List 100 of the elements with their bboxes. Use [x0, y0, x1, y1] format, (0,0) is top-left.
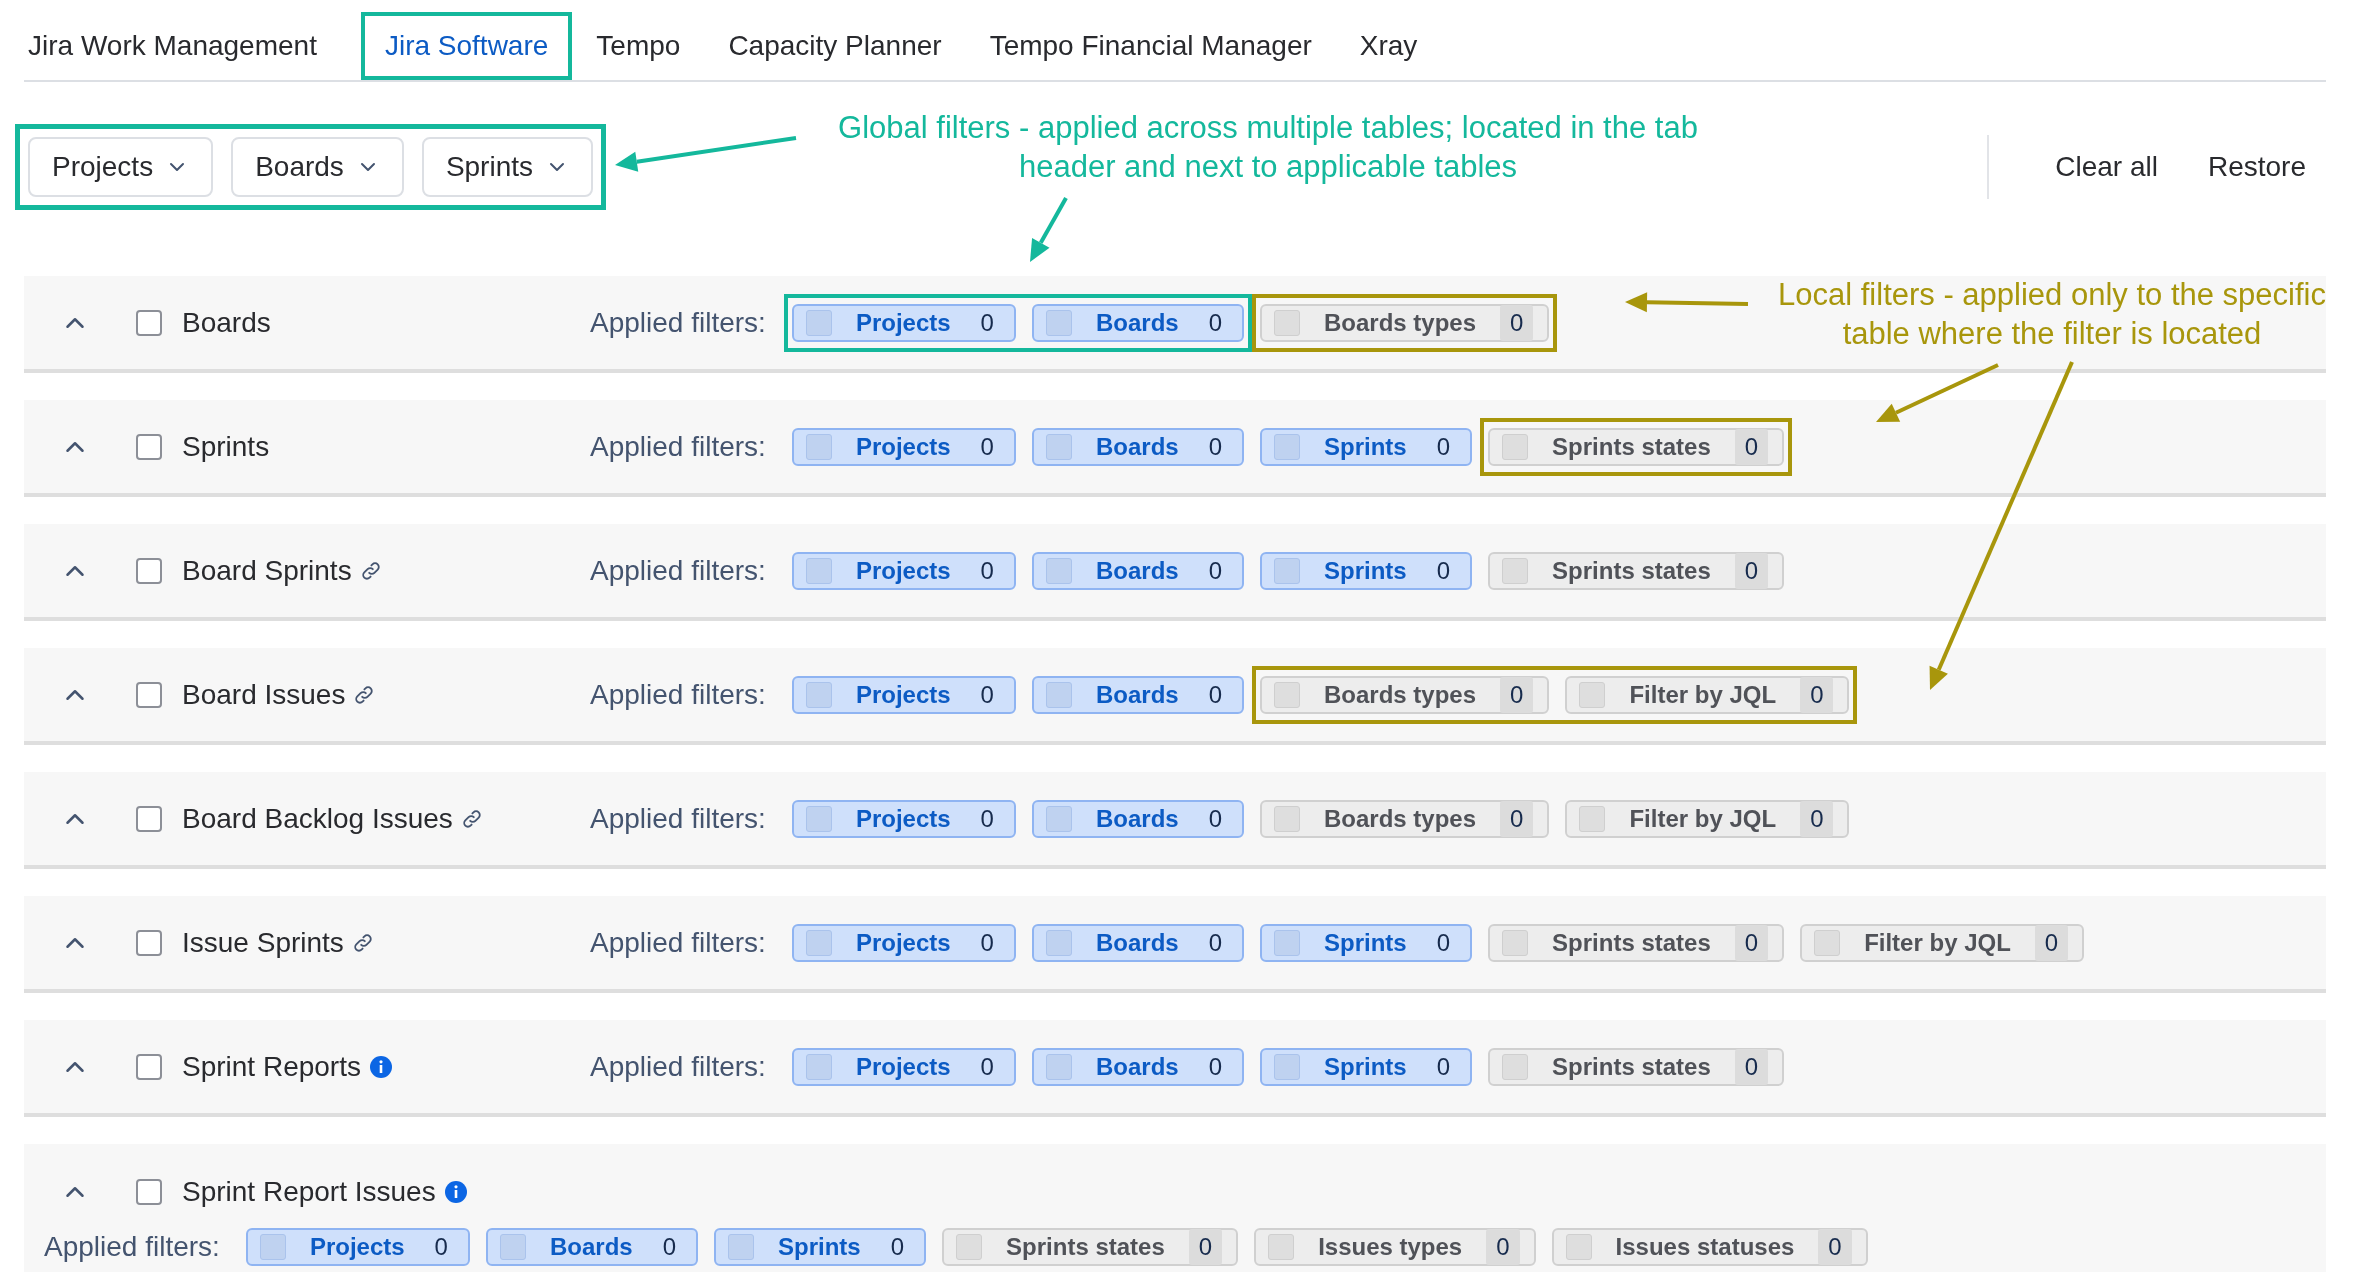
global-filter-chip[interactable]: Boards 0 — [1031, 923, 1244, 962]
checkbox-square — [805, 929, 832, 956]
applied-filters-label: Applied filters: — [44, 1230, 220, 1264]
global-filter-chip[interactable]: Sprints 0 — [1260, 427, 1473, 466]
link-icon — [359, 559, 382, 582]
applied-filters-label: Applied filters: — [590, 553, 766, 588]
tab[interactable]: Jira Software — [360, 12, 573, 80]
checkbox-square — [1565, 1234, 1592, 1260]
checkbox[interactable] — [136, 681, 162, 708]
annotation-text: Global filters - applied across multiple tables; located in the tab header and next to applicable tables — [837, 109, 1699, 186]
global-filter-chip[interactable]: Projects 0 — [791, 1047, 1016, 1086]
global-filter-chip[interactable]: Boards 0 — [1031, 675, 1244, 714]
local-filter-chip[interactable]: Issues types 0 — [1254, 1228, 1536, 1266]
applied-filters-label: Applied filters: — [590, 1049, 766, 1084]
filter-dropdown[interactable]: Sprints — [421, 137, 594, 197]
checkbox-square — [1502, 557, 1529, 584]
local-filter-chip[interactable]: Sprints states 0 — [1488, 427, 1785, 466]
global-filter-chip[interactable]: Boards 0 — [1031, 799, 1244, 838]
local-filter-chip[interactable]: Sprints states 0 — [1488, 1047, 1785, 1086]
global-filter-chip[interactable]: Boards 0 — [1031, 427, 1244, 466]
checkbox-square — [1268, 1234, 1295, 1260]
checkbox-square — [1274, 681, 1300, 708]
checkbox-square — [805, 1053, 832, 1080]
checkbox[interactable] — [136, 557, 162, 584]
global-filter-chip[interactable]: Projects 0 — [791, 923, 1016, 962]
global-filter-chip[interactable]: Projects 0 — [791, 427, 1016, 466]
checkbox-square — [1502, 1053, 1529, 1080]
applied-filters-label: Applied filters: — [590, 305, 766, 340]
global-filter-chip[interactable]: Sprints 0 — [1260, 1047, 1473, 1086]
global-filter-chip[interactable]: Boards 0 — [1031, 303, 1244, 342]
checkbox-square — [805, 805, 832, 832]
table-title: Sprint Reports — [182, 1049, 361, 1084]
global-filter-chip[interactable]: Projects 0 — [791, 551, 1016, 590]
global-filter-chip[interactable]: Projects 0 — [791, 675, 1016, 714]
global-filter-chip[interactable]: Boards 0 — [1031, 1047, 1244, 1086]
checkbox[interactable] — [136, 929, 162, 956]
link-icon — [353, 683, 376, 706]
local-filter-chip[interactable]: Boards types 0 — [1260, 675, 1550, 714]
local-filter-chip[interactable]: Issues statuses 0 — [1551, 1228, 1868, 1266]
checkbox[interactable] — [136, 309, 162, 336]
link-icon — [351, 931, 374, 954]
annotation-text: Local filters - applied only to the specific table where the filter is located — [1777, 276, 2327, 353]
checkbox-square — [1045, 805, 1072, 832]
checkbox-square — [1045, 929, 1072, 956]
text-button[interactable]: Clear all — [2035, 142, 2178, 192]
text-button[interactable]: Restore — [2187, 142, 2326, 192]
checkbox-square — [1274, 433, 1300, 460]
checkbox-square — [1274, 1053, 1300, 1080]
global-filter-chip[interactable]: Projects 0 — [791, 799, 1016, 838]
checkbox[interactable] — [136, 805, 162, 832]
tab[interactable]: Xray — [1335, 12, 1442, 80]
global-filter-chip[interactable]: Boards 0 — [1031, 551, 1244, 590]
global-filter-chip[interactable]: Projects 0 — [245, 1228, 470, 1266]
checkbox-square — [1045, 681, 1072, 708]
applied-filters-label: Applied filters: — [590, 925, 766, 960]
checkbox-square — [259, 1234, 286, 1260]
table-title: Board Issues — [182, 677, 346, 712]
global-filter-chip[interactable]: Sprints 0 — [1260, 551, 1473, 590]
local-filter-chip[interactable]: Sprints states 0 — [1488, 923, 1785, 962]
table-title: Board Sprints — [182, 553, 352, 588]
checkbox-square — [1045, 557, 1072, 584]
applied-filters-label: Applied filters: — [590, 677, 766, 712]
table-title: Sprint Report Issues — [182, 1175, 436, 1209]
tab[interactable]: Tempo — [572, 12, 705, 80]
checkbox-square — [1045, 309, 1072, 336]
local-filter-chip[interactable]: Filter by JQL 0 — [1800, 923, 2085, 962]
filter-dropdown[interactable]: Boards — [231, 137, 404, 197]
checkbox[interactable] — [136, 433, 162, 460]
local-filter-chip[interactable]: Filter by JQL 0 — [1565, 799, 1850, 838]
info-icon — [443, 1180, 468, 1204]
tab[interactable]: Jira Work Management — [24, 12, 341, 80]
local-filter-chip[interactable]: Sprints states 0 — [942, 1228, 1239, 1266]
local-filter-chip[interactable]: Filter by JQL 0 — [1565, 675, 1850, 714]
checkbox-square — [805, 309, 832, 336]
checkbox-square — [1045, 433, 1072, 460]
checkbox-square — [728, 1234, 754, 1260]
checkbox-square — [956, 1234, 983, 1260]
checkbox-square — [805, 681, 832, 708]
checkbox[interactable] — [136, 1179, 162, 1205]
global-filter-chip[interactable]: Projects 0 — [791, 303, 1016, 342]
local-filter-chip[interactable]: Sprints states 0 — [1488, 551, 1785, 590]
checkbox-square — [1274, 805, 1300, 832]
applied-filters-label: Applied filters: — [590, 429, 766, 464]
local-filter-chip[interactable]: Boards types 0 — [1260, 799, 1550, 838]
checkbox-square — [1045, 1053, 1072, 1080]
filter-dropdown[interactable]: Projects — [28, 137, 214, 197]
checkbox-square — [1274, 557, 1300, 584]
global-filter-chip[interactable]: Sprints 0 — [1260, 923, 1473, 962]
checkbox[interactable] — [136, 1053, 162, 1080]
checkbox-square — [1579, 681, 1606, 708]
tab[interactable]: Tempo Financial Manager — [965, 12, 1336, 80]
tab[interactable]: Capacity Planner — [704, 12, 966, 80]
global-filter-chip[interactable]: Boards 0 — [485, 1228, 698, 1266]
table-title: Issue Sprints — [182, 925, 344, 960]
checkbox-square — [1579, 805, 1606, 832]
info-icon — [368, 1054, 393, 1079]
applied-filters-label: Applied filters: — [590, 801, 766, 836]
local-filter-chip[interactable]: Boards types 0 — [1260, 303, 1550, 342]
checkbox-square — [1274, 929, 1300, 956]
global-filter-chip[interactable]: Sprints 0 — [714, 1228, 927, 1266]
